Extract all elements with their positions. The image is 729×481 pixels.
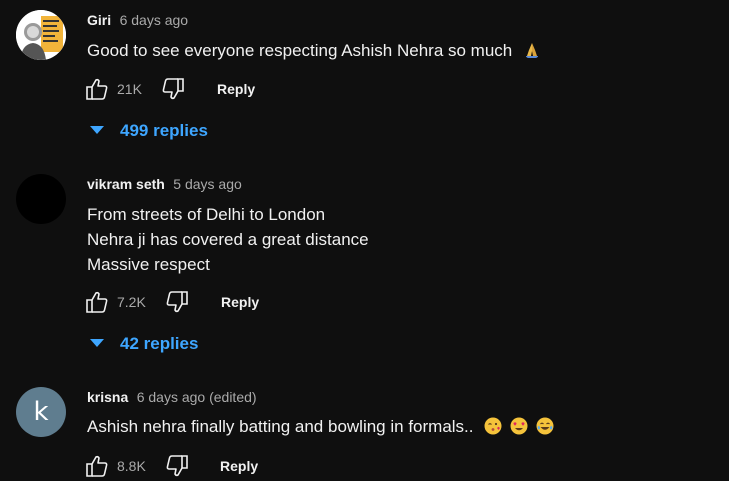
caret-down-icon (90, 126, 104, 134)
comment-time[interactable]: 5 days ago (173, 176, 242, 192)
thumbs-up-icon[interactable] (84, 289, 110, 315)
comment-line: Nehra ji has covered a great distance (87, 230, 369, 249)
caret-down-icon (90, 339, 104, 347)
avatar-photo-icon (16, 10, 66, 60)
comment-header: Giri 6 days ago (87, 10, 188, 30)
comment-text: From streets of Delhi to London Nehra ji… (87, 202, 369, 277)
comment-text: Ashish nehra finally batting and bowling… (87, 414, 554, 439)
comment-header: vikram seth 5 days ago (87, 174, 242, 194)
comment-line: Massive respect (87, 255, 210, 274)
avatar[interactable] (16, 174, 66, 224)
comment-text: Good to see everyone respecting Ashish N… (87, 38, 541, 63)
avatar[interactable]: k (16, 387, 66, 437)
comment-line: Ashish nehra finally batting and bowling… (87, 417, 474, 436)
avatar-letter: k (33, 397, 49, 427)
kissing-face-icon (484, 417, 502, 435)
like-count: 7.2K (117, 294, 146, 310)
tears-of-joy-face-icon (536, 417, 554, 435)
heart-eyes-face-icon (510, 417, 528, 435)
thumbs-up-icon[interactable] (84, 453, 110, 479)
reply-button[interactable]: Reply (220, 458, 258, 474)
reply-button[interactable]: Reply (221, 294, 259, 310)
thumbs-down-icon[interactable] (164, 453, 190, 479)
like-count: 8.8K (117, 458, 146, 474)
comment-line: Good to see everyone respecting Ashish N… (87, 41, 513, 60)
folded-hands-icon (525, 43, 538, 58)
comment-author[interactable]: Giri (87, 12, 111, 28)
view-replies-button[interactable]: 499 replies (90, 119, 208, 143)
view-replies-button[interactable]: 42 replies (90, 332, 198, 356)
comment-author[interactable]: vikram seth (87, 176, 165, 192)
comment-line: From streets of Delhi to London (87, 205, 326, 224)
comments-section: Giri 6 days ago Good to see everyone res… (0, 0, 729, 481)
thumbs-down-icon[interactable] (164, 289, 190, 315)
comment-header: krisna 6 days ago (edited) (87, 387, 257, 407)
comment-time[interactable]: 6 days ago (edited) (137, 389, 257, 405)
comment-author[interactable]: krisna (87, 389, 128, 405)
replies-count: 499 replies (120, 121, 208, 140)
thumbs-up-icon[interactable] (84, 76, 110, 102)
comment-time[interactable]: 6 days ago (120, 12, 189, 28)
thumbs-down-icon[interactable] (160, 76, 186, 102)
reply-button[interactable]: Reply (217, 81, 255, 97)
like-count: 21K (117, 81, 142, 97)
avatar[interactable] (16, 10, 66, 60)
replies-count: 42 replies (120, 334, 199, 353)
